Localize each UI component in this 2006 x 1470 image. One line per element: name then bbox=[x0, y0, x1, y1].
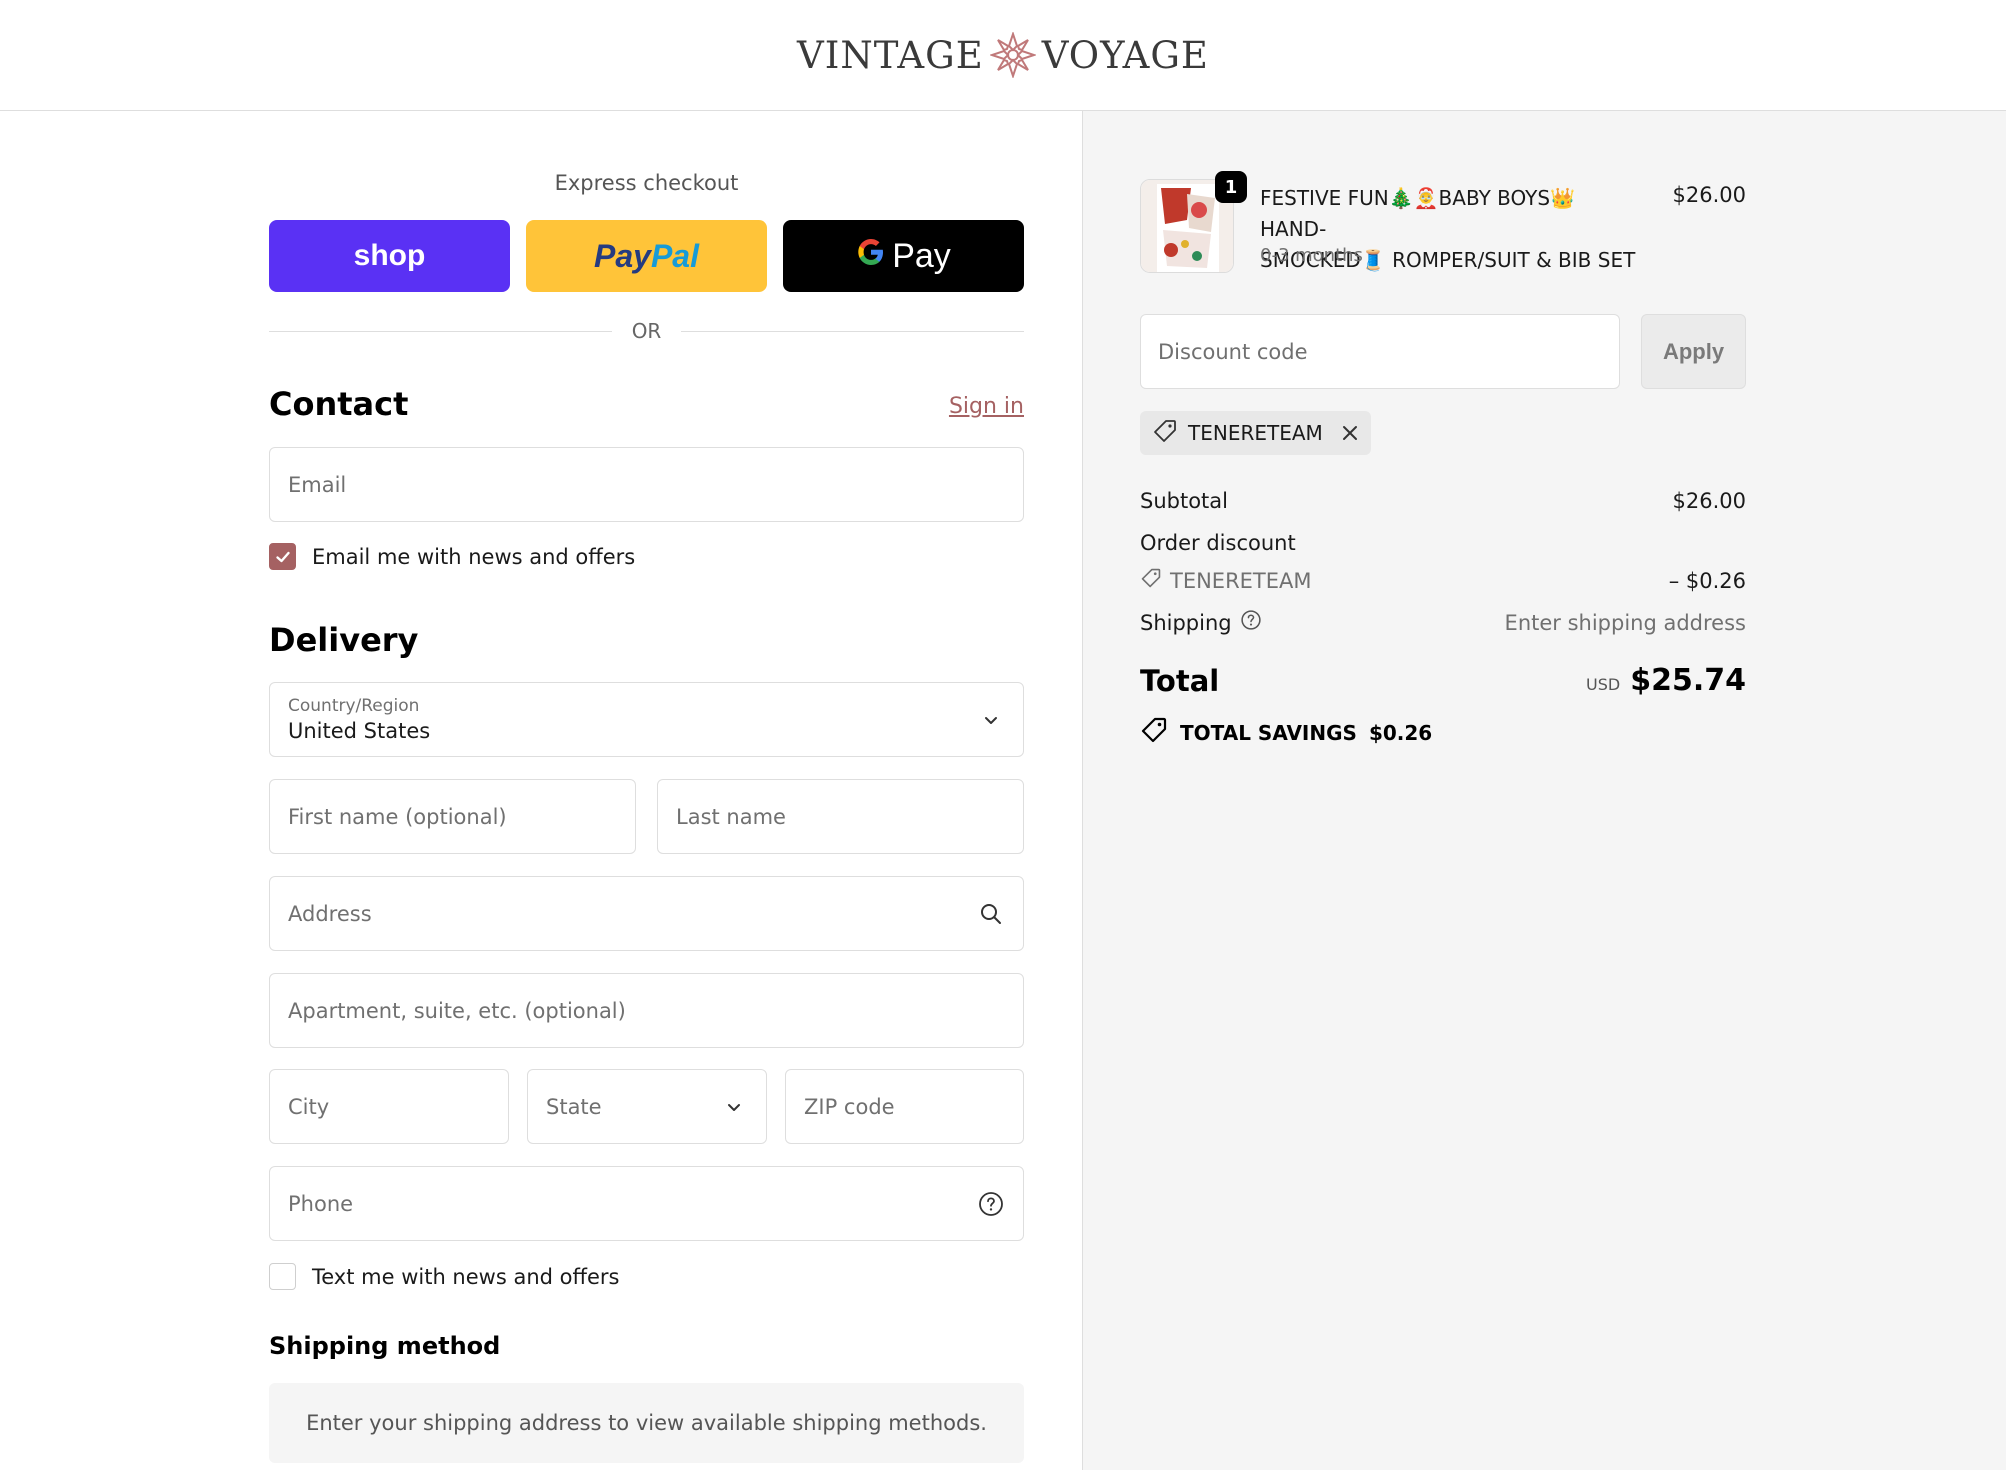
shipping-value: Enter shipping address bbox=[1504, 610, 1746, 635]
phone-placeholder: Phone bbox=[288, 1191, 354, 1216]
apartment-placeholder: Apartment, suite, etc. (optional) bbox=[288, 998, 626, 1023]
express-buttons: shop Pay Pal Pay bbox=[269, 220, 1024, 292]
discount-value: – $0.26 bbox=[1668, 568, 1746, 593]
last-name-placeholder: Last name bbox=[676, 804, 786, 829]
help-circle-icon[interactable] bbox=[977, 1190, 1005, 1218]
sign-in-link[interactable]: Sign in bbox=[949, 394, 1024, 419]
quantity-badge: 1 bbox=[1215, 171, 1247, 203]
tag-icon bbox=[1140, 567, 1162, 594]
chevron-down-icon bbox=[977, 706, 1005, 734]
logo-text-left: VINTAGE bbox=[797, 33, 984, 77]
email-field[interactable]: Email bbox=[269, 447, 1024, 522]
country-value: United States bbox=[288, 719, 431, 743]
help-circle-icon[interactable] bbox=[1240, 609, 1262, 636]
city-field[interactable]: City bbox=[269, 1069, 509, 1144]
checkout-form: Express checkout shop Pay Pal Pay OR Con… bbox=[269, 111, 1025, 1470]
subtotal-label: Subtotal bbox=[1140, 489, 1228, 513]
google-pay-button[interactable]: Pay bbox=[783, 220, 1024, 292]
subtotal-row: Subtotal $26.00 bbox=[1140, 489, 1746, 513]
order-summary: 1 FESTIVE FUN🎄🤶BABY BOYS👑HAND- SMOCKED🧵 … bbox=[1082, 111, 2006, 1470]
total-row: Total USD $25.74 bbox=[1140, 663, 1746, 698]
discount-code-placeholder: Discount code bbox=[1158, 339, 1308, 364]
email-news-label: Email me with news and offers bbox=[312, 544, 636, 569]
total-savings: TOTAL SAVINGS $0.26 bbox=[1140, 716, 1432, 749]
state-placeholder: State bbox=[546, 1094, 602, 1119]
order-summary-column: 1 FESTIVE FUN🎄🤶BABY BOYS👑HAND- SMOCKED🧵 … bbox=[1140, 111, 1746, 1470]
first-name-placeholder: First name (optional) bbox=[288, 804, 507, 829]
first-name-field[interactable]: First name (optional) bbox=[269, 779, 636, 854]
search-icon[interactable] bbox=[977, 900, 1005, 928]
shipping-method-heading: Shipping method bbox=[269, 1332, 501, 1360]
google-g-icon bbox=[856, 237, 886, 276]
last-name-field[interactable]: Last name bbox=[657, 779, 1024, 854]
product-price: $26.00 bbox=[1672, 183, 1746, 207]
order-discount-row: Order discount bbox=[1140, 531, 1746, 555]
or-label: OR bbox=[631, 319, 662, 343]
savings-tag-icon bbox=[1140, 716, 1168, 749]
zip-placeholder: ZIP code bbox=[804, 1094, 895, 1119]
state-select[interactable]: State bbox=[527, 1069, 767, 1144]
discount-code-label: TENERETEAM bbox=[1140, 567, 1312, 594]
city-placeholder: City bbox=[288, 1094, 330, 1119]
header: VINTAGE VOYAGE bbox=[0, 0, 2006, 111]
checkout-main: Express checkout shop Pay Pal Pay OR Con… bbox=[0, 111, 1082, 1470]
phone-field[interactable]: Phone bbox=[269, 1166, 1024, 1241]
product-variant: 0-3 months bbox=[1260, 245, 1363, 266]
tag-icon bbox=[1152, 418, 1178, 449]
total-label: Total bbox=[1140, 663, 1220, 698]
email-news-checkbox-row[interactable]: Email me with news and offers bbox=[269, 543, 635, 570]
delivery-heading: Delivery bbox=[269, 621, 419, 659]
paypal-label-b: Pal bbox=[650, 237, 699, 274]
product-name-line1: FESTIVE FUN🎄🤶BABY BOYS👑HAND- bbox=[1260, 186, 1575, 241]
savings-value: $0.26 bbox=[1368, 720, 1433, 745]
email-news-checkbox[interactable] bbox=[269, 543, 296, 570]
paypal-button[interactable]: Pay Pal bbox=[526, 220, 767, 292]
zip-field[interactable]: ZIP code bbox=[785, 1069, 1024, 1144]
applied-discount-chip: TENERETEAM bbox=[1140, 411, 1371, 455]
express-checkout-title: Express checkout bbox=[554, 171, 739, 195]
address-placeholder: Address bbox=[288, 901, 372, 926]
shipping-row: Shipping Enter shipping address bbox=[1140, 609, 1746, 636]
discount-code-row: TENERETEAM – $0.26 bbox=[1140, 567, 1746, 594]
or-divider: OR bbox=[269, 319, 1025, 343]
text-news-label: Text me with news and offers bbox=[312, 1264, 620, 1289]
shipping-label-group: Shipping bbox=[1140, 609, 1262, 636]
text-news-checkbox-row[interactable]: Text me with news and offers bbox=[269, 1263, 619, 1290]
apartment-field[interactable]: Apartment, suite, etc. (optional) bbox=[269, 973, 1024, 1048]
discount-code-field[interactable]: Discount code bbox=[1140, 314, 1620, 389]
email-placeholder: Email bbox=[288, 472, 347, 497]
subtotal-value: $26.00 bbox=[1672, 489, 1746, 513]
text-news-checkbox[interactable] bbox=[269, 1263, 296, 1290]
shop-pay-label: shop bbox=[353, 239, 426, 272]
logo-text-right: VOYAGE bbox=[1041, 33, 1209, 77]
applied-discount-code: TENERETEAM bbox=[1188, 421, 1323, 445]
shipping-label: Shipping bbox=[1140, 610, 1232, 635]
total-amount: USD $25.74 bbox=[1586, 663, 1746, 698]
savings-label: TOTAL SAVINGS bbox=[1180, 720, 1357, 745]
order-discount-label: Order discount bbox=[1140, 531, 1296, 555]
total-currency: USD bbox=[1586, 675, 1621, 694]
discount-code-text: TENERETEAM bbox=[1170, 568, 1312, 593]
close-icon[interactable] bbox=[1341, 424, 1359, 442]
divider-line bbox=[269, 330, 612, 332]
paypal-label-a: Pay bbox=[594, 237, 651, 274]
address-field[interactable]: Address bbox=[269, 876, 1024, 951]
divider-line bbox=[681, 330, 1025, 332]
checkmark-icon bbox=[275, 551, 290, 562]
contact-heading: Contact bbox=[269, 385, 409, 423]
chevron-down-icon bbox=[720, 1093, 748, 1121]
country-select[interactable]: Country/Region United States bbox=[269, 682, 1024, 757]
shipping-method-note: Enter your shipping address to view avai… bbox=[269, 1383, 1024, 1463]
shop-pay-button[interactable]: shop bbox=[269, 220, 510, 292]
shipping-method-note-text: Enter your shipping address to view avai… bbox=[306, 1411, 987, 1435]
apply-discount-button[interactable]: Apply bbox=[1641, 314, 1746, 389]
store-logo[interactable]: VINTAGE VOYAGE bbox=[0, 30, 2006, 80]
country-label: Country/Region bbox=[288, 696, 420, 716]
flower-logo-icon bbox=[988, 30, 1038, 80]
total-value: $25.74 bbox=[1630, 663, 1746, 698]
google-pay-label: Pay bbox=[892, 236, 951, 275]
